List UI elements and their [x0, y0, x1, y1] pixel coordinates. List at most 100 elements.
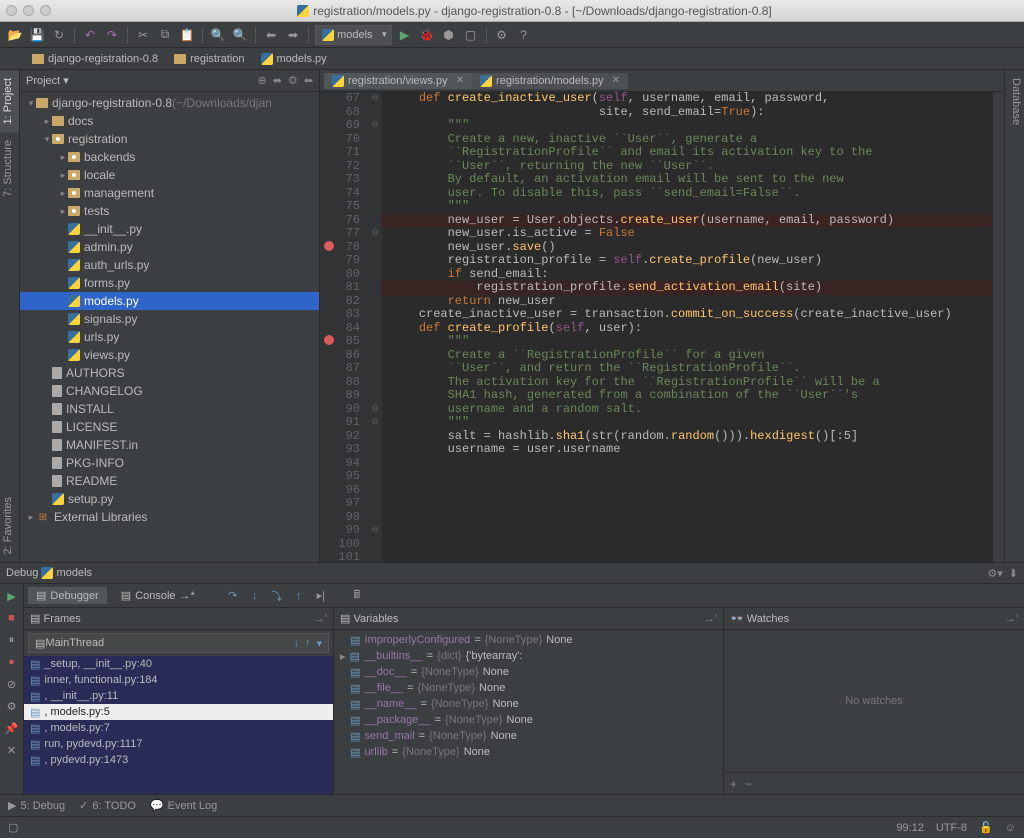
- tree-item[interactable]: ▸management: [20, 184, 319, 202]
- pin-icon[interactable]: 📌: [4, 720, 20, 736]
- tree-item[interactable]: AUTHORS: [20, 364, 319, 382]
- copy-icon[interactable]: ⧉: [156, 26, 174, 44]
- resume-icon[interactable]: ▶: [4, 588, 20, 604]
- minimize-icon[interactable]: →': [314, 613, 327, 625]
- step-out-icon[interactable]: ↑: [291, 588, 307, 604]
- frame-row[interactable]: ▤ , models.py:7: [24, 720, 333, 736]
- variable-row[interactable]: ▤ __package__ = {NoneType} None: [334, 712, 723, 728]
- paste-icon[interactable]: 📋: [178, 26, 196, 44]
- pause-icon[interactable]: ⏸: [4, 632, 20, 648]
- evaluate-icon[interactable]: 🖩: [349, 588, 365, 604]
- save-icon[interactable]: 💾: [28, 26, 46, 44]
- favorites-tool-tab[interactable]: 2: Favorites: [0, 489, 19, 562]
- back-icon[interactable]: ⬅: [262, 26, 280, 44]
- variable-row[interactable]: ▤ send_mail = {NoneType} None: [334, 728, 723, 744]
- frame-row[interactable]: ▤ run, pydevd.py:1117: [24, 736, 333, 752]
- next-frame-icon[interactable]: ↑: [305, 637, 311, 650]
- debugger-tab[interactable]: ▤ Debugger: [28, 587, 107, 604]
- refresh-icon[interactable]: ↻: [50, 26, 68, 44]
- tree-item[interactable]: ▸backends: [20, 148, 319, 166]
- tree-item[interactable]: INSTALL: [20, 400, 319, 418]
- editor-tab[interactable]: registration/views.py✕: [324, 73, 472, 89]
- variables-list[interactable]: ▤ ImproperlyConfigured = {NoneType} None…: [334, 630, 723, 794]
- debug-icon[interactable]: 🐞: [418, 26, 436, 44]
- thread-select[interactable]: ▤ MainThread ↓↑▾: [28, 633, 329, 653]
- remove-watch-icon[interactable]: −: [745, 777, 752, 791]
- editor-tab[interactable]: registration/models.py✕: [472, 73, 628, 89]
- tree-item[interactable]: CHANGELOG: [20, 382, 319, 400]
- settings-icon[interactable]: ⚙: [493, 26, 511, 44]
- frame-row[interactable]: ▤ , pydevd.py:1473: [24, 752, 333, 768]
- undo-icon[interactable]: ↶: [81, 26, 99, 44]
- settings-icon[interactable]: ⚙: [4, 698, 20, 714]
- minimize-icon[interactable]: →': [1005, 613, 1018, 625]
- todo-tool-button[interactable]: ✓ 6: TODO: [79, 799, 136, 812]
- gear-icon[interactable]: ⚙▾: [987, 567, 1002, 580]
- cut-icon[interactable]: ✂: [134, 26, 152, 44]
- close-icon[interactable]: ✕: [4, 742, 20, 758]
- variable-row[interactable]: ▤ urllib = {NoneType} None: [334, 744, 723, 760]
- cursor-position[interactable]: 99:12: [896, 822, 924, 834]
- tree-item[interactable]: admin.py: [20, 238, 319, 256]
- toggle-tool-windows-icon[interactable]: ▢: [8, 821, 18, 834]
- tree-item[interactable]: ▸tests: [20, 202, 319, 220]
- variable-row[interactable]: ▤ __doc__ = {NoneType} None: [334, 664, 723, 680]
- tree-item[interactable]: README: [20, 472, 319, 490]
- encoding[interactable]: UTF-8: [936, 822, 967, 834]
- run-to-cursor-icon[interactable]: ▸|: [313, 588, 329, 604]
- debug-tool-button[interactable]: ▶ 5: Debug: [8, 799, 65, 812]
- redo-icon[interactable]: ↷: [103, 26, 121, 44]
- lock-icon[interactable]: 🔓: [979, 821, 993, 834]
- step-over-icon[interactable]: ↷: [225, 588, 241, 604]
- run-icon[interactable]: ▶: [396, 26, 414, 44]
- find-icon[interactable]: 🔍: [209, 26, 227, 44]
- tree-item[interactable]: ▸locale: [20, 166, 319, 184]
- view-breakpoints-icon[interactable]: ●: [4, 654, 20, 670]
- add-watch-icon[interactable]: +: [730, 777, 737, 791]
- database-tool-tab[interactable]: Database: [1005, 70, 1024, 133]
- tree-item[interactable]: auth_urls.py: [20, 256, 319, 274]
- error-stripe[interactable]: [992, 92, 1004, 562]
- hector-icon[interactable]: ☺: [1005, 822, 1016, 834]
- frames-list[interactable]: ▤ _setup, __init__.py:40▤ inner, functio…: [24, 656, 333, 794]
- close-tab-icon[interactable]: ✕: [456, 75, 464, 86]
- structure-tool-tab[interactable]: 7: Structure: [0, 132, 19, 205]
- tree-item[interactable]: ▾django-registration-0.8 (~/Downloads/dj…: [20, 94, 319, 112]
- zoom-window-button[interactable]: [40, 5, 51, 16]
- tree-item[interactable]: ▸⊞External Libraries: [20, 508, 319, 526]
- breadcrumb[interactable]: registration: [166, 51, 252, 67]
- variable-row[interactable]: ▤ __file__ = {NoneType} None: [334, 680, 723, 696]
- mute-breakpoints-icon[interactable]: ⊘: [4, 676, 20, 692]
- tree-item[interactable]: setup.py: [20, 490, 319, 508]
- tree-item[interactable]: forms.py: [20, 274, 319, 292]
- frame-row[interactable]: ▤ inner, functional.py:184: [24, 672, 333, 688]
- close-window-button[interactable]: [6, 5, 17, 16]
- hide-icon[interactable]: ⬇: [1009, 567, 1018, 580]
- tree-item[interactable]: __init__.py: [20, 220, 319, 238]
- tree-item[interactable]: ▸docs: [20, 112, 319, 130]
- code-editor[interactable]: 6768697071727374757677787980818283848586…: [320, 92, 1004, 562]
- project-tool-tab[interactable]: 1: Project: [0, 70, 19, 132]
- stop-icon[interactable]: ▢: [462, 26, 480, 44]
- prev-frame-icon[interactable]: ↓: [293, 637, 299, 650]
- gear-icon[interactable]: ⚙: [288, 74, 298, 87]
- breadcrumb[interactable]: models.py: [253, 51, 335, 67]
- step-into-icon[interactable]: ↓: [247, 588, 263, 604]
- tree-item[interactable]: signals.py: [20, 310, 319, 328]
- frame-row[interactable]: ▤ _setup, __init__.py:40: [24, 656, 333, 672]
- collapse-icon[interactable]: ⬌: [273, 74, 282, 87]
- force-step-into-icon[interactable]: ⤵: [269, 588, 285, 604]
- coverage-icon[interactable]: ⬢: [440, 26, 458, 44]
- variable-row[interactable]: ▸ ▤ __builtins__ = {dict} {'bytearray':: [334, 648, 723, 664]
- forward-icon[interactable]: ➡: [284, 26, 302, 44]
- tree-item[interactable]: urls.py: [20, 328, 319, 346]
- tree-item[interactable]: ▾registration: [20, 130, 319, 148]
- console-tab[interactable]: ▤ Console →*: [113, 587, 203, 604]
- run-config-select[interactable]: models: [315, 25, 392, 45]
- frame-row[interactable]: ▤ , models.py:5: [24, 704, 333, 720]
- help-icon[interactable]: ?: [515, 26, 533, 44]
- eventlog-tool-button[interactable]: 💬 Event Log: [150, 799, 217, 812]
- tree-item[interactable]: views.py: [20, 346, 319, 364]
- hide-icon[interactable]: ⬅: [304, 74, 313, 87]
- variable-row[interactable]: ▤ ImproperlyConfigured = {NoneType} None: [334, 632, 723, 648]
